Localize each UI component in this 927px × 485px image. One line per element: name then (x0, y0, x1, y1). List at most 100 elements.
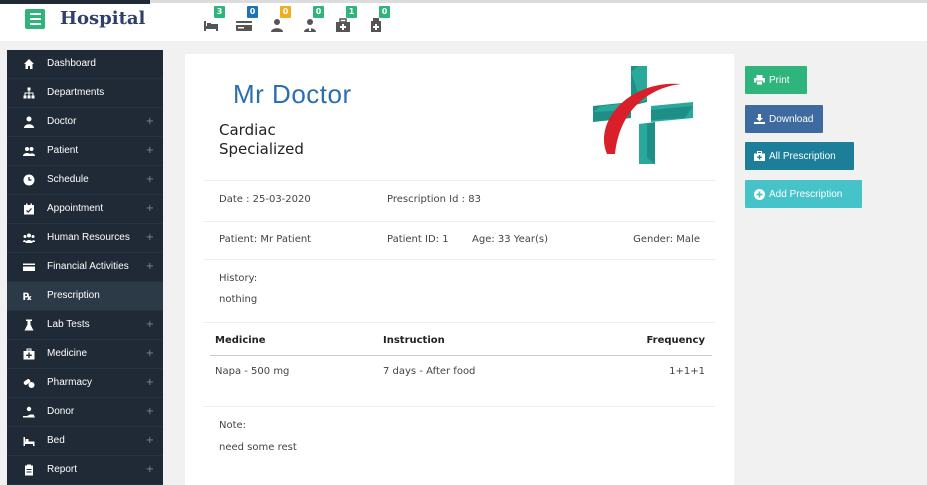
medicine-kit-icon (336, 18, 350, 32)
add-prescription-button-label: Add Prescription (769, 188, 843, 200)
patient-icon (271, 19, 283, 32)
header-patient-button[interactable]: 0 (268, 6, 294, 34)
sitemap-icon (23, 87, 35, 99)
sidebar-item-label: Patient (47, 145, 79, 156)
history-value: nothing (219, 294, 258, 305)
sidebar-item-label: Report (47, 464, 78, 475)
add-prescription-button[interactable]: Add Prescription (745, 180, 862, 208)
sidebar-item-label: Schedule (47, 174, 89, 185)
doctor-name: Mr Doctor (233, 79, 352, 109)
expand-plus-icon[interactable]: + (146, 340, 154, 368)
sidebar-item-schedule[interactable]: Schedule + (7, 166, 163, 195)
expand-plus-icon[interactable]: + (146, 108, 154, 136)
sidebar-item-label: Financial Activities (47, 261, 129, 272)
sidebar-item-dashboard[interactable]: Dashboard (7, 50, 163, 79)
header-bed-count-badge: 3 (214, 6, 225, 18)
sidebar-item-lab-tests[interactable]: Lab Tests + (7, 311, 163, 340)
payment-card-icon (236, 21, 252, 31)
doctor-icon (24, 116, 34, 128)
menu-toggle-button[interactable] (25, 9, 45, 29)
sidebar-item-bed[interactable]: Bed + (7, 427, 163, 456)
flask-icon (24, 319, 34, 331)
expand-plus-icon[interactable]: + (146, 369, 154, 397)
sidebar-item-label: Doctor (47, 116, 77, 127)
sidebar-item-label: Bed (47, 435, 65, 446)
calendar-icon (24, 203, 34, 215)
hospital-cross-logo-icon (593, 66, 693, 164)
header-patient-count-badge: 0 (280, 6, 291, 18)
doctor-specialization: Cardiac Specialized (219, 121, 304, 158)
medicine-name-cell: Napa - 500 mg (215, 366, 290, 377)
header-medicine-button[interactable]: 1 (334, 6, 360, 34)
sidebar-item-label: Lab Tests (47, 319, 90, 330)
expand-plus-icon[interactable]: + (146, 195, 154, 223)
divider (203, 406, 715, 407)
patient-name: Patient: Mr Patient (219, 234, 312, 245)
hamburger-icon-line (29, 23, 41, 25)
expand-plus-icon[interactable]: + (146, 311, 154, 339)
prescription-card: Mr Doctor Cardiac Specialized Date : 25-… (185, 54, 734, 485)
note-value: need some rest (219, 442, 297, 453)
instruction-column-header: Instruction (383, 335, 445, 346)
sidebar-item-label: Pharmacy (47, 377, 93, 388)
patient-id: Patient ID: 1 (387, 234, 449, 245)
header-prescription-button[interactable]: 0 (367, 6, 393, 34)
top-header: Hospital 3 0 0 0 1 0 (0, 0, 927, 41)
plus-circle-icon (754, 188, 765, 200)
sidebar-item-prescription[interactable]: ℞ Prescription (7, 282, 163, 311)
divider (203, 180, 715, 181)
header-bed-button[interactable]: 3 (202, 6, 228, 34)
sidebar-item-departments[interactable]: Departments (7, 79, 163, 108)
money-icon (23, 263, 35, 271)
divider (203, 322, 715, 323)
note-label: Note: (219, 420, 247, 431)
header-divider-strip (150, 0, 927, 3)
brand-title[interactable]: Hospital (60, 8, 145, 29)
sidebar-item-human-resources[interactable]: Human Resources + (7, 224, 163, 253)
sidebar-item-doctor[interactable]: Doctor + (7, 108, 163, 137)
medicine-column-header: Medicine (215, 335, 266, 346)
expand-plus-icon[interactable]: + (146, 398, 154, 426)
sidebar-item-medicine[interactable]: Medicine + (7, 340, 163, 369)
sidebar-item-label: Departments (47, 87, 105, 98)
donor-hand-icon (23, 406, 35, 418)
bed-icon (23, 437, 35, 446)
patient-gender: Gender: Male (633, 234, 700, 245)
frequency-column-header: Frequency (646, 335, 705, 346)
print-icon (754, 75, 765, 85)
header-prescription-count-badge: 0 (379, 6, 390, 18)
header-accent-strip (0, 0, 150, 4)
header-payment-button[interactable]: 0 (235, 6, 261, 34)
patient-age: Age: 33 Year(s) (472, 234, 548, 245)
header-payment-count-badge: 0 (247, 6, 258, 18)
download-button[interactable]: Download (745, 105, 823, 133)
expand-plus-icon[interactable]: + (146, 166, 154, 194)
medkit-icon (754, 151, 765, 161)
prescription-id: Prescription Id : 83 (387, 194, 481, 205)
frequency-cell: 1+1+1 (669, 366, 705, 377)
sidebar-item-pharmacy[interactable]: Pharmacy + (7, 369, 163, 398)
doctor-icon (304, 19, 316, 32)
users-group-icon (23, 233, 35, 243)
print-button[interactable]: Print (745, 66, 807, 94)
sidebar-item-label: Prescription (47, 290, 100, 301)
expand-plus-icon[interactable]: + (146, 427, 154, 455)
expand-plus-icon[interactable]: + (146, 253, 154, 281)
sidebar-item-donor[interactable]: Donor + (7, 398, 163, 427)
sidebar-item-financial-activities[interactable]: Financial Activities + (7, 253, 163, 282)
all-prescription-button[interactable]: All Prescription (745, 142, 854, 170)
expand-plus-icon[interactable]: + (146, 456, 154, 484)
sidebar-item-patient[interactable]: Patient + (7, 137, 163, 166)
header-doctor-button[interactable]: 0 (301, 6, 327, 34)
sidebar-item-label: Dashboard (47, 58, 96, 69)
medkit-icon (23, 348, 35, 360)
clock-icon (23, 174, 35, 186)
divider (203, 259, 715, 260)
table-header-divider (210, 355, 712, 356)
expand-plus-icon[interactable]: + (146, 224, 154, 252)
sidebar-item-report[interactable]: Report + (7, 456, 163, 485)
expand-plus-icon[interactable]: + (146, 137, 154, 165)
hamburger-icon-line (29, 18, 41, 20)
hamburger-icon (29, 13, 41, 15)
sidebar-item-appointment[interactable]: Appointment + (7, 195, 163, 224)
